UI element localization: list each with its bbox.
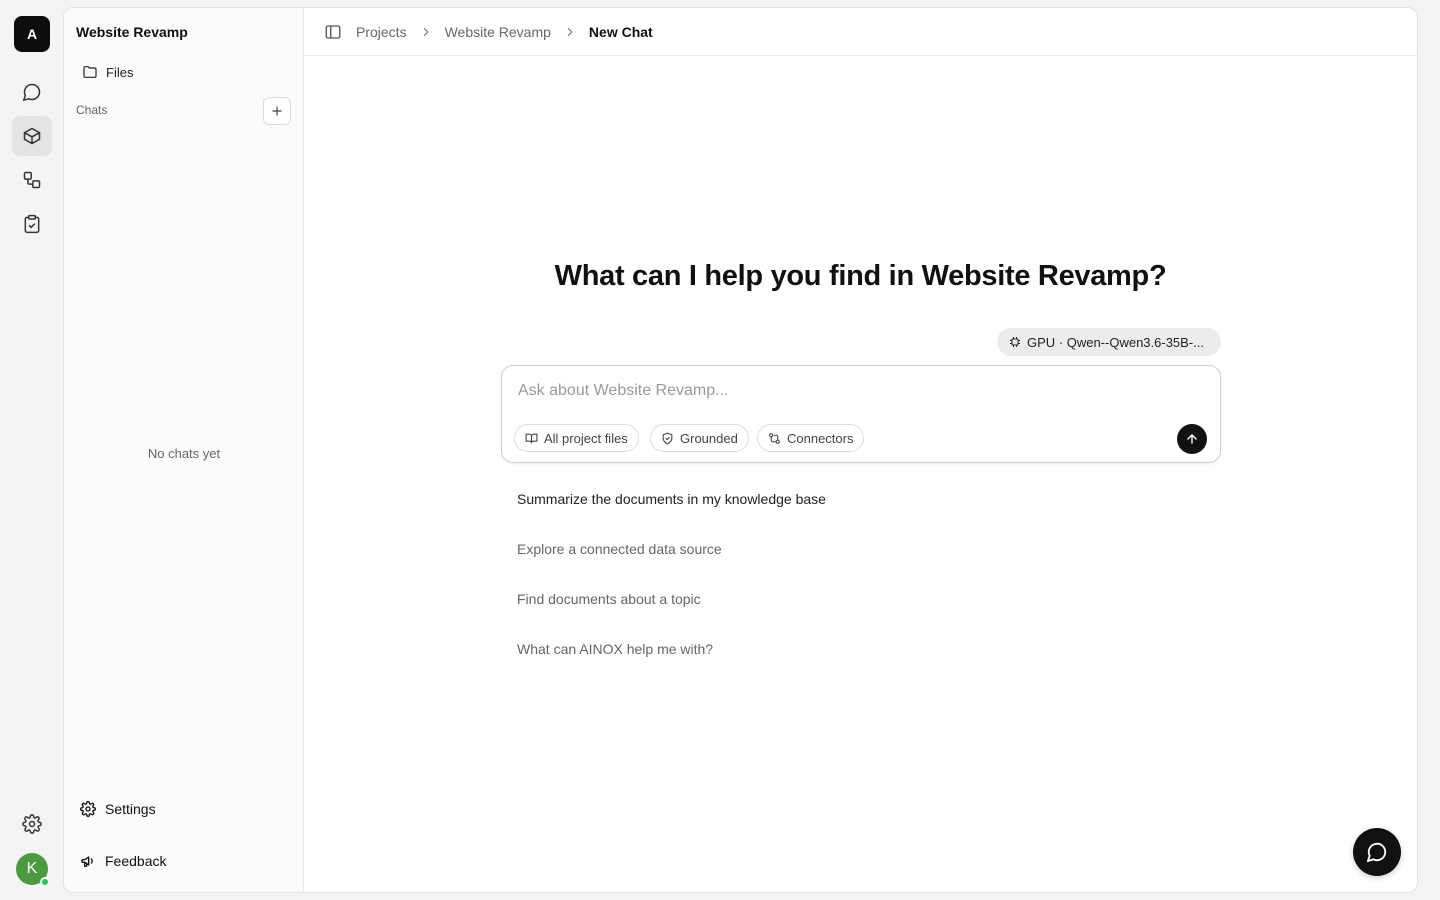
page-headline: What can I help you find in Website Reva…: [554, 260, 1167, 292]
user-avatar[interactable]: K: [16, 853, 50, 887]
box-icon: [23, 127, 41, 145]
settings-link[interactable]: Settings: [80, 801, 156, 817]
folder-icon: [83, 66, 97, 78]
feedback-link[interactable]: Feedback: [80, 853, 166, 869]
icon-rail: A K: [0, 0, 64, 900]
files-label: Files: [106, 64, 134, 80]
suggestion-item[interactable]: Explore a connected data source: [517, 541, 722, 557]
tasks-nav-button[interactable]: [12, 204, 52, 244]
empty-chats-message: No chats yet: [147, 446, 221, 461]
gear-icon: [80, 801, 96, 817]
chat-support-button[interactable]: [1353, 828, 1401, 876]
chat-bubble-icon: [1366, 842, 1387, 863]
model-label: GPU · Qwen--Qwen3.6-35B-...: [1027, 334, 1204, 350]
project-title: Website Revamp: [76, 24, 188, 40]
scope-files-label: All project files: [544, 430, 628, 446]
main-card: Website Revamp Files Chats No chats yet …: [63, 7, 1418, 893]
chat-input[interactable]: [518, 378, 1158, 404]
chat-nav-button[interactable]: [12, 72, 52, 112]
connectors-label: Connectors: [787, 430, 854, 446]
suggestion-item[interactable]: Find documents about a topic: [517, 591, 701, 607]
settings-rail-button[interactable]: [12, 804, 52, 844]
plus-icon: [272, 106, 282, 116]
workflow-icon: [23, 171, 41, 189]
project-sidebar: Website Revamp Files Chats No chats yet …: [64, 8, 304, 892]
megaphone-icon: [81, 856, 93, 867]
breadcrumb-projects[interactable]: Projects: [356, 24, 407, 40]
shield-check-icon: [662, 432, 673, 444]
workspace-logo[interactable]: A: [14, 16, 50, 52]
chevron-right-icon: [423, 27, 428, 36]
suggestion-item[interactable]: Summarize the documents in my knowledge …: [517, 491, 826, 507]
chats-section-label: Chats: [76, 103, 108, 117]
top-bar: Projects Website Revamp New Chat: [304, 8, 1417, 56]
chat-composer: All project files Grounded Connectors: [501, 365, 1221, 463]
projects-nav-button[interactable]: [12, 116, 52, 156]
grounded-toggle[interactable]: Grounded: [650, 424, 749, 452]
grounded-label: Grounded: [680, 430, 738, 446]
avatar-letter: K: [26, 860, 38, 877]
sidebar-toggle-icon[interactable]: [324, 23, 342, 41]
connectors-button[interactable]: Connectors: [757, 424, 865, 452]
new-chat-button[interactable]: [263, 97, 291, 125]
chevron-right-icon: [567, 27, 573, 36]
online-status-dot: [40, 877, 50, 887]
settings-label: Settings: [105, 801, 156, 817]
suggestion-item[interactable]: What can AINOX help me with?: [517, 641, 713, 657]
send-button[interactable]: [1177, 424, 1207, 454]
workflows-nav-button[interactable]: [12, 160, 52, 200]
feedback-label: Feedback: [105, 853, 167, 869]
chat-bubble-icon: [22, 83, 41, 102]
clipboard-check-icon: [24, 214, 40, 234]
connectors-icon: [769, 432, 780, 444]
arrow-up-icon: [1187, 434, 1197, 444]
scope-files-button[interactable]: All project files: [514, 424, 639, 452]
cpu-icon: [1010, 337, 1020, 347]
model-selector[interactable]: GPU · Qwen--Qwen3.6-35B-...: [997, 328, 1221, 356]
breadcrumb-current: New Chat: [588, 23, 653, 40]
breadcrumb-project[interactable]: Website Revamp: [445, 24, 551, 40]
chat-content: Projects Website Revamp New Chat What ca…: [304, 8, 1417, 892]
files-link[interactable]: Files: [76, 60, 133, 84]
gear-icon: [22, 814, 42, 834]
book-open-icon: [525, 433, 538, 443]
